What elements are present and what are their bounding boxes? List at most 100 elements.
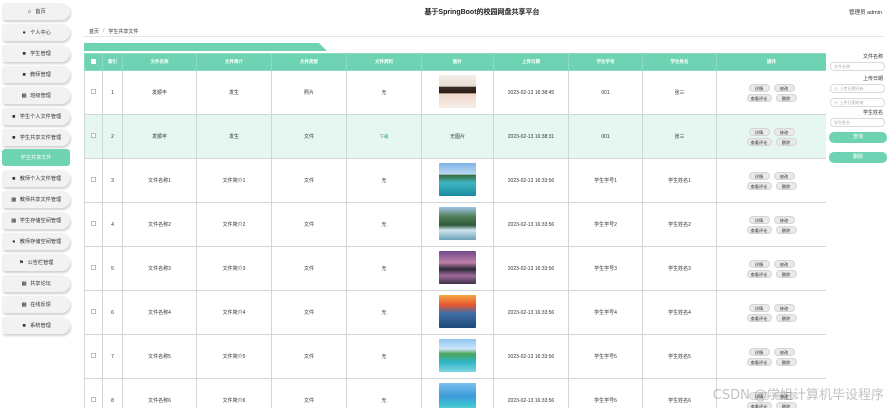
view-comments-button[interactable]: 查看评论 — [746, 137, 772, 146]
detail-button[interactable]: 详情 — [748, 303, 770, 312]
delete-button[interactable]: 删除 — [775, 93, 797, 102]
cell-file-intro: 文件简介3 — [196, 246, 272, 291]
edit-button[interactable]: 修改 — [773, 127, 795, 136]
material-text: 无 — [381, 266, 387, 272]
student-name-input[interactable]: 学生姓名 — [830, 118, 885, 127]
edit-button[interactable]: 修改 — [773, 83, 795, 92]
row-checkbox[interactable] — [91, 177, 96, 182]
header-index: 索引 — [102, 53, 123, 71]
header-upload-date: 上传日期 — [493, 53, 569, 71]
cell-index: 1 — [102, 70, 123, 115]
cell-index: 6 — [102, 290, 123, 335]
delete-button[interactable]: 删除 — [775, 137, 797, 146]
row-checkbox[interactable] — [91, 265, 96, 270]
view-comments-button[interactable]: 查看评论 — [746, 313, 772, 322]
edit-button[interactable]: 修改 — [773, 303, 795, 312]
cell-file-material: 下载 — [346, 114, 422, 159]
sidebar-item-6[interactable]: ■ 学生个人文件管理 — [2, 108, 70, 125]
delete-button[interactable]: 删除 — [775, 313, 797, 322]
user-icon: ● — [22, 29, 26, 36]
cell-file-intro: 文件简介1 — [196, 158, 272, 203]
date-start-input[interactable]: ◷ 上传日期开始 — [830, 84, 885, 93]
detail-button[interactable]: 详情 — [748, 347, 770, 356]
header-student-number: 学生学号 — [568, 53, 643, 71]
cell-student-number: 学生学号1 — [568, 158, 643, 203]
material-text: 无 — [381, 398, 387, 404]
material-text: 无 — [381, 90, 387, 96]
sidebar-item-16[interactable]: ■ 系统管理 — [2, 317, 70, 334]
view-comments-button[interactable]: 查看评论 — [746, 225, 772, 234]
delete-button[interactable]: 删除 — [775, 181, 797, 190]
delete-button[interactable]: 删除 — [775, 225, 797, 234]
batch-delete-button[interactable]: 删除 — [829, 152, 887, 163]
delete-button[interactable]: 删除 — [775, 357, 797, 366]
row-checkbox[interactable] — [91, 353, 96, 358]
delete-button[interactable]: 删除 — [775, 269, 797, 278]
row-checkbox[interactable] — [91, 89, 96, 94]
cell-file-name: 文件名称6 — [122, 378, 197, 408]
cell-upload-date: 2023-02-13 16:38:31 — [493, 114, 569, 159]
cell-file-material: 无 — [346, 334, 422, 379]
cell-index: 4 — [102, 202, 123, 247]
view-comments-button[interactable]: 查看评论 — [746, 357, 772, 366]
cell-student-name: 张三 — [642, 114, 717, 159]
file-thumbnail[interactable] — [439, 207, 476, 240]
edit-button[interactable]: 修改 — [773, 171, 795, 180]
select-all-header[interactable] — [84, 53, 103, 71]
cell-file-type: 照片 — [271, 70, 347, 115]
user-label[interactable]: 管理员 admin — [849, 8, 882, 16]
sidebar-item-11[interactable]: ▦ 学生存储空间管理 — [2, 212, 70, 229]
detail-button[interactable]: 详情 — [748, 171, 770, 180]
detail-button[interactable]: 详情 — [748, 83, 770, 92]
row-checkbox[interactable] — [91, 221, 96, 226]
cell-file-material: 无 — [346, 290, 422, 335]
sidebar-item-8[interactable]: 学生共享文件 — [2, 149, 70, 166]
sidebar-item-9[interactable]: ■ 教师个人文件管理 — [2, 170, 70, 187]
date-end-input[interactable]: ◷ 上传日期结束 — [830, 98, 885, 107]
view-comments-button[interactable]: 查看评论 — [746, 269, 772, 278]
edit-button[interactable]: 修改 — [773, 259, 795, 268]
sidebar-item-4[interactable]: ■ 教师管理 — [2, 66, 70, 83]
download-link[interactable]: 下载 — [380, 134, 389, 139]
cell-student-name: 学生姓名1 — [642, 158, 717, 203]
sidebar-item-14[interactable]: ▦ 共享论坛 — [2, 275, 70, 292]
sidebar-item-1[interactable]: ⌂ 首页 — [2, 3, 70, 20]
view-comments-button[interactable]: 查看评论 — [746, 93, 772, 102]
file-name-input[interactable]: 文件名称 — [830, 62, 885, 71]
sidebar-item-label: 共享论坛 — [30, 281, 51, 287]
detail-button[interactable]: 详情 — [748, 215, 770, 224]
sidebar-item-10[interactable]: ▦ 教师共享文件管理 — [2, 191, 70, 208]
search-button[interactable]: 查询 — [829, 132, 887, 143]
detail-button[interactable]: 详情 — [748, 127, 770, 136]
cell-image — [421, 378, 494, 408]
edit-button[interactable]: 修改 — [773, 347, 795, 356]
sidebar-item-5[interactable]: ▦ 班级管理 — [2, 87, 70, 104]
detail-button[interactable]: 详情 — [748, 259, 770, 268]
file-thumbnail[interactable] — [439, 339, 476, 372]
sidebar-item-3[interactable]: ■ 学生管理 — [2, 45, 70, 62]
sidebar-item-2[interactable]: ● 个人中心 — [2, 24, 70, 41]
cell-image — [421, 246, 494, 291]
sidebar-item-12[interactable]: ● 教师存储空间管理 — [2, 233, 70, 250]
row-checkbox[interactable] — [91, 397, 96, 402]
file-thumbnail[interactable] — [439, 163, 476, 196]
app-title: 基于SpringBoot的校园网盘共享平台 — [424, 9, 540, 16]
file-thumbnail[interactable] — [439, 383, 476, 408]
sidebar-item-13[interactable]: ⚑ 公告栏管理 — [2, 254, 70, 271]
cell-upload-date: 2023-02-13 16:33:56 — [493, 290, 569, 335]
sidebar-item-7[interactable]: ■ 学生共享文件管理 — [2, 129, 70, 146]
material-text: 无 — [381, 222, 387, 228]
file-thumbnail[interactable] — [439, 295, 476, 328]
row-checkbox[interactable] — [91, 133, 96, 138]
edit-button[interactable]: 修改 — [773, 215, 795, 224]
breadcrumb-home[interactable]: 首页 — [89, 28, 99, 35]
file-thumbnail[interactable] — [439, 75, 476, 108]
view-comments-button[interactable]: 查看评论 — [746, 181, 772, 190]
cell-actions: 详情 修改 查看评论 删除 — [716, 202, 826, 247]
sidebar-item-15[interactable]: ▦ 在线反馈 — [2, 296, 70, 313]
cell-file-intro: 发生 — [196, 114, 272, 159]
file-thumbnail[interactable] — [439, 251, 476, 284]
material-text: 无 — [381, 178, 387, 184]
row-checkbox[interactable] — [91, 309, 96, 314]
select-all-checkbox[interactable] — [91, 59, 96, 64]
